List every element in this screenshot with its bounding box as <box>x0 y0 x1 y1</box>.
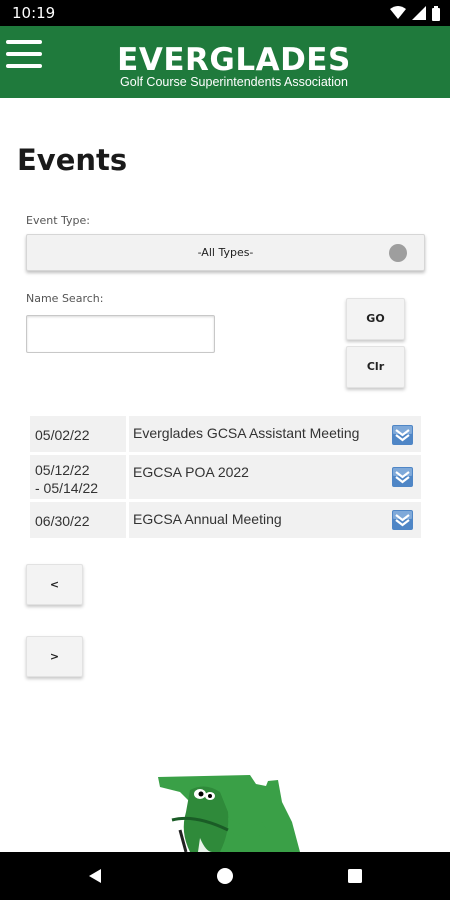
brand-title: EVERGLADES <box>117 42 351 78</box>
event-name: Everglades GCSA Assistant Meeting <box>133 425 360 441</box>
alligator-florida-logo-icon <box>158 775 300 852</box>
next-page-button[interactable]: > <box>26 636 83 677</box>
event-row[interactable]: 05/02/22 Everglades GCSA Assistant Meeti… <box>30 416 421 452</box>
navigation-bar <box>0 852 450 900</box>
event-type-value: -All Types- <box>197 246 254 259</box>
event-date-start: 05/12/22 <box>35 462 90 478</box>
status-icons <box>390 5 440 21</box>
dropdown-indicator-icon <box>389 244 407 262</box>
hamburger-menu-icon[interactable] <box>6 40 44 70</box>
previous-page-button[interactable]: < <box>26 564 83 605</box>
double-chevron-down-icon[interactable] <box>392 510 413 530</box>
events-table: 05/02/22 Everglades GCSA Assistant Meeti… <box>30 416 421 541</box>
event-date: 05/02/22 <box>35 426 125 444</box>
brand-logo-text: EVERGLADES Golf Course Superintendents A… <box>96 44 372 89</box>
phone-screen: { "status_bar": { "time": "10:19" }, "he… <box>0 0 450 900</box>
event-name: EGCSA POA 2022 <box>133 464 249 480</box>
event-name: EGCSA Annual Meeting <box>133 511 282 527</box>
row-divider <box>126 416 129 452</box>
event-row[interactable]: 05/12/22 - 05/14/22 EGCSA POA 2022 <box>30 455 421 499</box>
circle-home-icon[interactable] <box>215 866 235 886</box>
triangle-back-icon[interactable] <box>85 866 105 886</box>
page-title: Events <box>17 143 128 177</box>
double-chevron-down-icon[interactable] <box>392 425 413 445</box>
cellular-signal-icon <box>412 6 426 20</box>
event-date: 05/12/22 - 05/14/22 <box>35 461 125 497</box>
event-date-start: 05/02/22 <box>35 427 90 443</box>
app-header: EVERGLADES Golf Course Superintendents A… <box>0 26 450 98</box>
brand-subtitle: Golf Course Superintendents Association <box>120 75 348 89</box>
double-chevron-down-icon[interactable] <box>392 467 413 487</box>
event-date: 06/30/22 <box>35 512 125 530</box>
status-time: 10:19 <box>12 4 56 22</box>
name-search-label: Name Search: <box>26 292 104 305</box>
square-recents-icon[interactable] <box>345 866 365 886</box>
wifi-icon <box>390 6 406 19</box>
name-search-input[interactable] <box>26 315 215 353</box>
clear-button[interactable]: Clr <box>346 346 405 388</box>
event-date-start: 06/30/22 <box>35 513 90 529</box>
row-divider <box>126 502 129 538</box>
row-divider <box>126 455 129 499</box>
go-button[interactable]: GO <box>346 298 405 340</box>
event-row[interactable]: 06/30/22 EGCSA Annual Meeting <box>30 502 421 538</box>
event-type-select[interactable]: -All Types- <box>26 234 425 271</box>
event-type-label: Event Type: <box>26 214 90 227</box>
event-date-end: - 05/14/22 <box>35 480 99 496</box>
battery-icon <box>432 5 440 21</box>
status-bar: 10:19 <box>0 0 450 26</box>
